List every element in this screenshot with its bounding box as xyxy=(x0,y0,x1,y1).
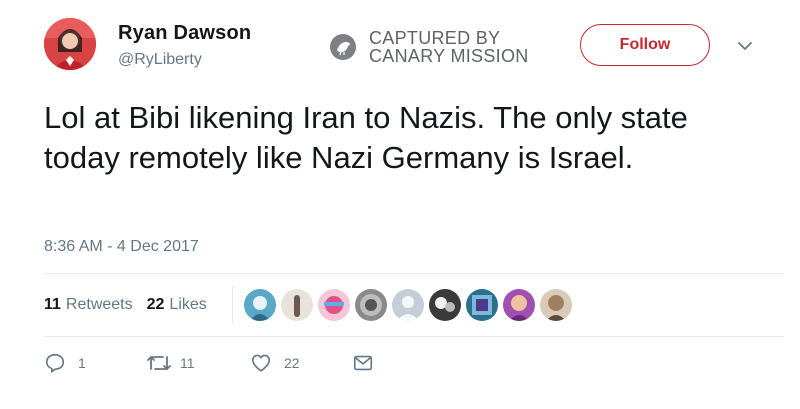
canary-icon xyxy=(330,34,356,60)
heart-icon[interactable] xyxy=(250,352,272,374)
divider xyxy=(44,336,784,337)
retweet-action[interactable]: 11 xyxy=(146,352,195,374)
liker-avatar[interactable] xyxy=(540,289,572,321)
timestamp[interactable]: 8:36 AM - 4 Dec 2017 xyxy=(44,238,199,256)
liker-avatar[interactable] xyxy=(318,289,350,321)
reply-action[interactable]: 1 xyxy=(44,352,86,374)
retweet-count: 11 xyxy=(180,355,195,371)
divider xyxy=(44,273,784,274)
tweet-text: Lol at Bibi likening Iran to Nazis. The … xyxy=(44,100,688,175)
like-count: 22 xyxy=(284,355,300,371)
liker-avatar[interactable] xyxy=(503,289,535,321)
likes-count: 22 xyxy=(146,296,165,313)
profile-photo xyxy=(44,18,96,70)
watermark-line2: CANARY MISSION xyxy=(369,46,529,66)
default-avatar[interactable] xyxy=(392,289,424,321)
avatar[interactable] xyxy=(44,18,96,70)
retweets-label: Retweets xyxy=(65,296,133,313)
retweets-count: 11 xyxy=(44,296,61,313)
engagement-stats: 11 Retweets 22 Likes xyxy=(44,296,207,314)
likes-stat[interactable]: 22 Likes xyxy=(147,296,207,314)
reply-count: 1 xyxy=(78,355,86,371)
message-action[interactable] xyxy=(352,352,374,374)
reply-icon[interactable] xyxy=(44,352,66,374)
likes-label: Likes xyxy=(169,296,207,313)
watermark-line1: CAPTURED BY xyxy=(369,28,501,48)
liker-avatar[interactable] xyxy=(281,289,313,321)
liker-avatars xyxy=(244,289,577,321)
stats-divider xyxy=(232,286,233,324)
liker-avatar[interactable] xyxy=(355,289,387,321)
display-name[interactable]: Ryan Dawson xyxy=(118,22,251,45)
retweets-stat[interactable]: 11 Retweets xyxy=(44,296,133,314)
liker-avatar[interactable] xyxy=(466,289,498,321)
envelope-icon[interactable] xyxy=(352,352,374,374)
liker-avatar[interactable] xyxy=(429,289,461,321)
like-action[interactable]: 22 xyxy=(250,352,300,374)
chevron-down-icon[interactable] xyxy=(737,40,753,52)
liker-avatar[interactable] xyxy=(244,289,276,321)
follow-button[interactable]: Follow xyxy=(580,24,710,66)
user-handle[interactable]: @RyLiberty xyxy=(118,51,202,69)
watermark: CAPTURED BY CANARY MISSION xyxy=(329,29,529,65)
retweet-icon[interactable] xyxy=(146,352,172,374)
